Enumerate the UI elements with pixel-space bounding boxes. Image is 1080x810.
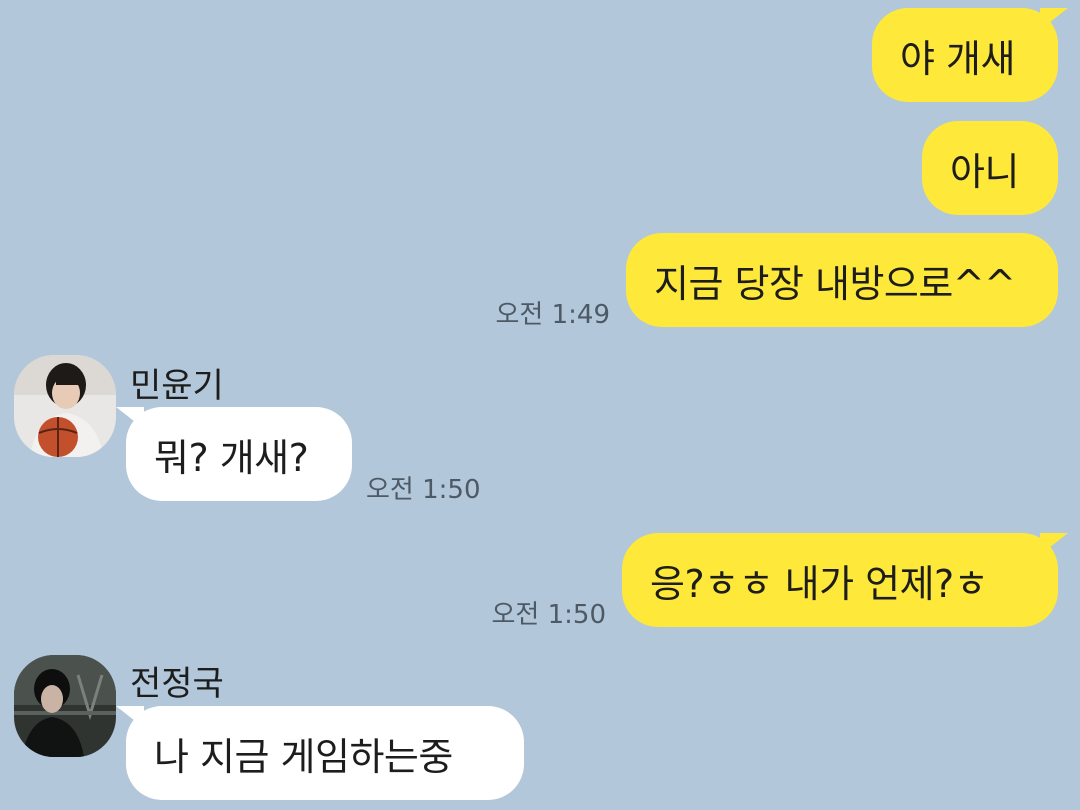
my-message-bubble[interactable]: 응?ㅎㅎ 내가 언제?ㅎ	[622, 533, 1068, 627]
profile-photo-basketball	[14, 355, 116, 457]
my-message-bubble[interactable]: 아니	[922, 121, 1058, 215]
avatar-yoongi[interactable]	[14, 355, 116, 457]
chat-room: 야 개새 아니 지금 당장 내방으로^^ 오전 1:49 민윤기 뭐? 개새? …	[0, 0, 1080, 810]
their-message-bubble[interactable]: 나 지금 게임하는중	[116, 706, 524, 800]
my-message-bubble[interactable]: 야 개새	[872, 8, 1068, 102]
message-timestamp: 오전 1:49	[495, 300, 611, 330]
message-text: 지금 당장 내방으로^^	[654, 261, 1016, 306]
message-text: 아니	[950, 149, 1019, 194]
message-text: 나 지금 게임하는중	[154, 734, 453, 779]
their-message-bubble[interactable]: 뭐? 개새?	[116, 407, 352, 501]
message-text: 뭐? 개새?	[154, 435, 309, 480]
my-message-bubble[interactable]: 지금 당장 내방으로^^	[626, 233, 1058, 327]
profile-photo-dark-portrait	[14, 655, 116, 757]
message-text: 응?ㅎㅎ 내가 언제?ㅎ	[650, 561, 989, 606]
avatar-jungkook[interactable]	[14, 655, 116, 757]
message-timestamp: 오전 1:50	[366, 475, 481, 505]
sender-name: 민윤기	[130, 366, 224, 406]
message-timestamp: 오전 1:50	[491, 600, 607, 630]
message-text: 야 개새	[900, 36, 1015, 81]
sender-name: 전정국	[130, 664, 224, 704]
